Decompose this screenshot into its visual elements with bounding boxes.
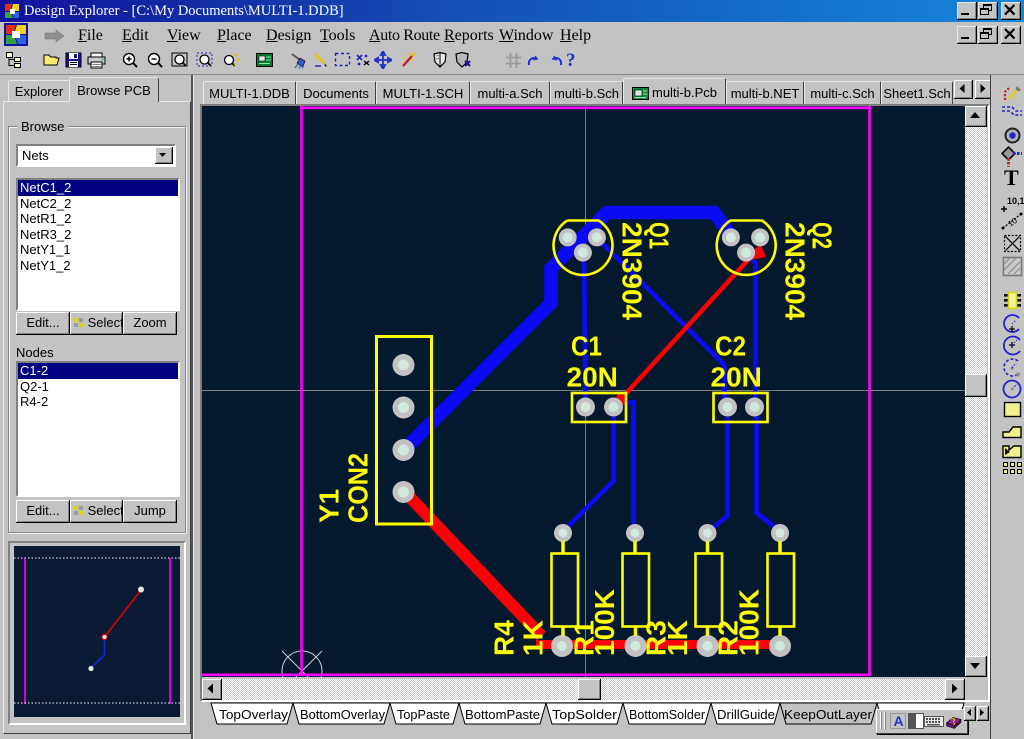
- svg-text:Y1: Y1: [314, 489, 345, 523]
- svg-text:20N: 20N: [567, 362, 618, 393]
- svg-text:100K: 100K: [734, 589, 765, 656]
- svg-text:100K: 100K: [589, 589, 620, 656]
- svg-text:BottomOverlay: BottomOverlay: [300, 707, 385, 722]
- svg-text:TopOverlay: TopOverlay: [219, 707, 289, 722]
- svg-text:20N: 20N: [711, 362, 762, 393]
- svg-text:2N3904: 2N3904: [617, 222, 648, 321]
- svg-text:BottomPaste: BottomPaste: [465, 707, 540, 722]
- svg-text:DrillGuide: DrillGuide: [717, 707, 775, 722]
- svg-text:10,10: 10,10: [1007, 196, 1024, 206]
- svg-text:CON2: CON2: [343, 453, 374, 523]
- svg-text:R4: R4: [489, 620, 520, 656]
- svg-text:1K: 1K: [518, 620, 549, 656]
- svg-text:C1: C1: [571, 331, 602, 362]
- svg-text:2N3904: 2N3904: [780, 222, 811, 321]
- svg-text:1K: 1K: [662, 620, 693, 656]
- svg-text:C2: C2: [715, 331, 746, 362]
- svg-text:BottomSolder: BottomSolder: [629, 707, 706, 722]
- svg-text:TopSolder: TopSolder: [552, 707, 618, 722]
- svg-text:TopPaste: TopPaste: [397, 707, 450, 722]
- svg-text:KeepOutLayer: KeepOutLayer: [784, 707, 873, 722]
- svg-text:A: A: [894, 713, 904, 729]
